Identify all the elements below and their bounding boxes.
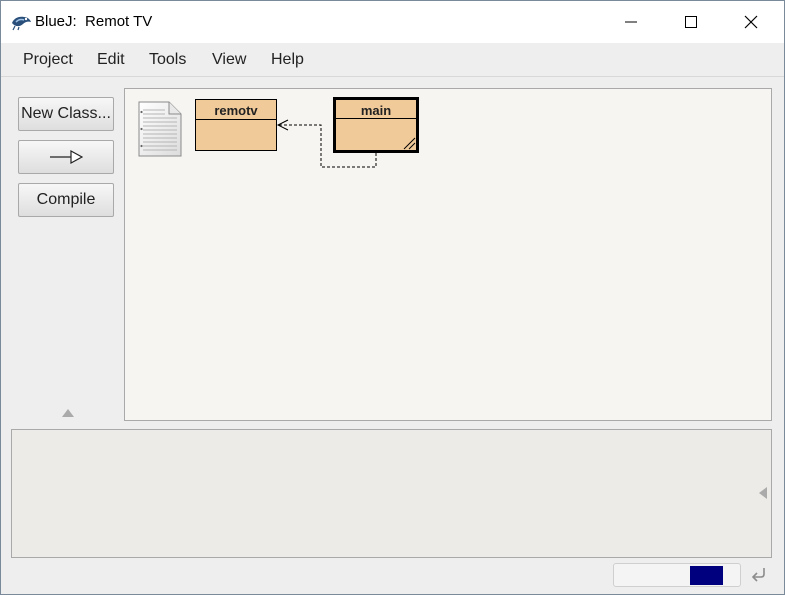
uses-arrow-icon [50,150,83,164]
minimize-icon [625,21,637,23]
menu-edit[interactable]: Edit [97,51,125,69]
terminal-panel[interactable] [11,429,772,558]
menu-help[interactable]: Help [271,51,304,69]
maximize-button[interactable] [661,1,721,43]
menu-bar: Project Edit Tools View Help [1,43,784,77]
status-field [613,563,741,587]
triangle-left-icon[interactable] [759,487,768,505]
minimize-button[interactable] [601,1,661,43]
bluej-bird-icon [10,13,32,31]
class-diagram-canvas[interactable]: remotv main [124,88,772,421]
maximize-icon [685,16,697,28]
close-button[interactable] [721,1,781,43]
close-icon [744,15,758,29]
return-arrow-icon[interactable] [749,564,769,589]
window-title: BlueJ: Remot TV [35,13,153,30]
menu-project[interactable]: Project [23,51,73,69]
menu-tools[interactable]: Tools [149,51,186,69]
status-indicator [690,566,723,585]
title-bar: BlueJ: Remot TV [1,1,784,43]
bluej-window: BlueJ: Remot TV Project Edit Tools View … [0,0,785,595]
new-class-button[interactable]: New Class... [18,97,114,131]
menu-view[interactable]: View [212,51,246,69]
uses-dependency-arrow[interactable] [125,89,773,422]
triangle-up-icon[interactable] [62,405,74,423]
new-uses-arrow-button[interactable] [18,140,114,174]
compile-button[interactable]: Compile [18,183,114,217]
